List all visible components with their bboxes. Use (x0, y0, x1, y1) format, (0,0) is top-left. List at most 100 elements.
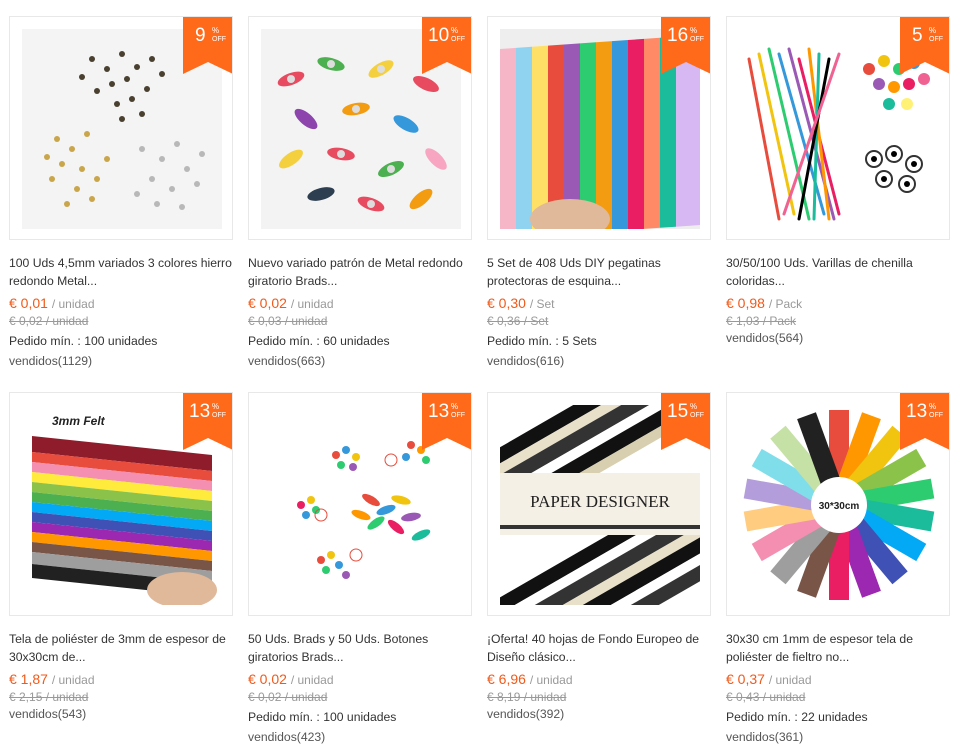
sold-count: vendidos(663) (248, 354, 326, 368)
price-value: € 6,96 (487, 671, 526, 687)
product-price: € 0,30 / Set (487, 295, 711, 311)
discount-badge: 9 % OFF (183, 17, 232, 74)
discount-value: 13 (189, 401, 211, 422)
discount-percent: % (929, 26, 937, 35)
discount-badge: 10 % OFF (422, 17, 471, 74)
original-price: € 1,03 / Pack (726, 314, 797, 328)
original-price: € 0,02 / unidad (9, 314, 89, 328)
product-card[interactable]: 16 % OFF 5 Set de 408 Uds DIY pegatinas … (487, 16, 711, 368)
discount-badge: 13 % OFF (900, 393, 949, 450)
sold-count: vendidos(616) (487, 354, 565, 368)
price-unit: / unidad (290, 673, 334, 687)
price-unit: / unidad (768, 673, 812, 687)
price-value: € 0,98 (726, 295, 765, 311)
product-title[interactable]: 100 Uds 4,5mm variados 3 colores hierro … (9, 254, 233, 290)
product-card[interactable]: 5 % OFF 30/50/100 Uds. Varillas de cheni… (726, 16, 950, 345)
discount-off: OFF (929, 36, 943, 43)
price-unit: / unidad (51, 297, 95, 311)
product-title[interactable]: 5 Set de 408 Uds DIY pegatinas protector… (487, 254, 711, 290)
discount-value: 13 (428, 401, 450, 422)
discount-badge: 16 % OFF (661, 17, 710, 74)
discount-value: 5 (912, 25, 923, 46)
product-title[interactable]: Nuevo variado patrón de Metal redondo gi… (248, 254, 472, 290)
product-image-frame[interactable]: 30*30cm 13 % OFF (726, 392, 950, 616)
image-caption: 3mm Felt (52, 414, 106, 428)
price-unit: / unidad (51, 673, 95, 687)
discount-percent: % (929, 402, 937, 411)
discount-badge: 15 % OFF (661, 393, 710, 450)
product-card[interactable]: 13 % OFF 50 Uds. Brads y 50 Uds. Botones… (248, 392, 472, 744)
discount-value: 9 (195, 25, 206, 46)
product-price: € 0,02 / unidad (248, 671, 472, 687)
sold-count: vendidos(543) (9, 707, 87, 721)
min-order: Pedido mín. : 22 unidades (726, 710, 868, 724)
product-title[interactable]: Tela de poliéster de 3mm de espesor de 3… (9, 630, 233, 666)
sold-count: vendidos(392) (487, 707, 565, 721)
product-title[interactable]: 50 Uds. Brads y 50 Uds. Botones giratori… (248, 630, 472, 666)
sold-count: vendidos(1129) (9, 354, 93, 368)
original-price: € 0,02 / unidad (248, 690, 328, 704)
product-image-frame[interactable]: 9 % OFF (9, 16, 233, 240)
image-caption: 30*30cm (819, 501, 860, 512)
product-price: € 0,98 / Pack (726, 295, 950, 311)
discount-off: OFF (690, 36, 704, 43)
discount-off: OFF (451, 412, 465, 419)
product-price: € 0,01 / unidad (9, 295, 233, 311)
sold-count: vendidos(564) (726, 331, 804, 345)
product-image-frame[interactable]: PAPER DESIGNER 15 % OFF (487, 392, 711, 616)
discount-badge: 13 % OFF (183, 393, 232, 450)
discount-off: OFF (212, 412, 226, 419)
product-price: € 6,96 / unidad (487, 671, 711, 687)
discount-value: 15 (667, 401, 689, 422)
discount-off: OFF (212, 36, 226, 43)
discount-percent: % (212, 402, 220, 411)
min-order: Pedido mín. : 60 unidades (248, 334, 390, 348)
product-image-frame[interactable]: 10 % OFF (248, 16, 472, 240)
min-order: Pedido mín. : 5 Sets (487, 334, 597, 348)
product-price: € 0,37 / unidad (726, 671, 950, 687)
price-value: € 0,02 (248, 295, 287, 311)
discount-percent: % (690, 402, 698, 411)
price-value: € 1,87 (9, 671, 48, 687)
discount-percent: % (451, 402, 459, 411)
product-card[interactable]: 3mm Felt 13 % OFF Tela de poliéster de 3… (9, 392, 233, 721)
price-value: € 0,01 (9, 295, 48, 311)
discount-value: 13 (906, 401, 928, 422)
min-order: Pedido mín. : 100 unidades (9, 334, 158, 348)
price-unit: / Set (529, 297, 555, 311)
product-card[interactable]: PAPER DESIGNER 15 % OFF ¡Oferta! 40 hoja… (487, 392, 711, 721)
min-order: Pedido mín. : 100 unidades (248, 710, 397, 724)
product-image-frame[interactable]: 5 % OFF (726, 16, 950, 240)
product-image-frame[interactable]: 16 % OFF (487, 16, 711, 240)
discount-badge: 13 % OFF (422, 393, 471, 450)
discount-off: OFF (690, 412, 704, 419)
original-price: € 0,43 / unidad (726, 690, 806, 704)
discount-value: 16 (667, 25, 689, 46)
product-card[interactable]: 9 % OFF 100 Uds 4,5mm variados 3 colores… (9, 16, 233, 368)
original-price: € 0,03 / unidad (248, 314, 328, 328)
price-value: € 0,02 (248, 671, 287, 687)
price-unit: / Pack (768, 297, 803, 311)
discount-badge: 5 % OFF (900, 17, 949, 74)
original-price: € 2,15 / unidad (9, 690, 89, 704)
sold-count: vendidos(423) (248, 730, 326, 744)
image-caption: PAPER DESIGNER (530, 492, 670, 511)
discount-percent: % (690, 26, 698, 35)
price-unit: / unidad (290, 297, 334, 311)
product-image-frame[interactable]: 3mm Felt 13 % OFF (9, 392, 233, 616)
product-title[interactable]: 30/50/100 Uds. Varillas de chenilla colo… (726, 254, 950, 290)
discount-off: OFF (929, 412, 943, 419)
product-title[interactable]: 30x30 cm 1mm de espesor tela de poliéste… (726, 630, 950, 666)
original-price: € 8,19 / unidad (487, 690, 567, 704)
product-title[interactable]: ¡Oferta! 40 hojas de Fondo Europeo de Di… (487, 630, 711, 666)
product-card[interactable]: 30*30cm 13 % OFF 30x30 cm 1mm de espesor… (726, 392, 950, 744)
product-card[interactable]: 10 % OFF Nuevo variado patrón de Metal r… (248, 16, 472, 368)
discount-off: OFF (451, 36, 465, 43)
original-price: € 0,36 / Set (487, 314, 549, 328)
product-price: € 1,87 / unidad (9, 671, 233, 687)
sold-count: vendidos(361) (726, 730, 804, 744)
discount-percent: % (451, 26, 459, 35)
discount-value: 10 (428, 25, 450, 46)
product-image-frame[interactable]: 13 % OFF (248, 392, 472, 616)
price-value: € 0,37 (726, 671, 765, 687)
